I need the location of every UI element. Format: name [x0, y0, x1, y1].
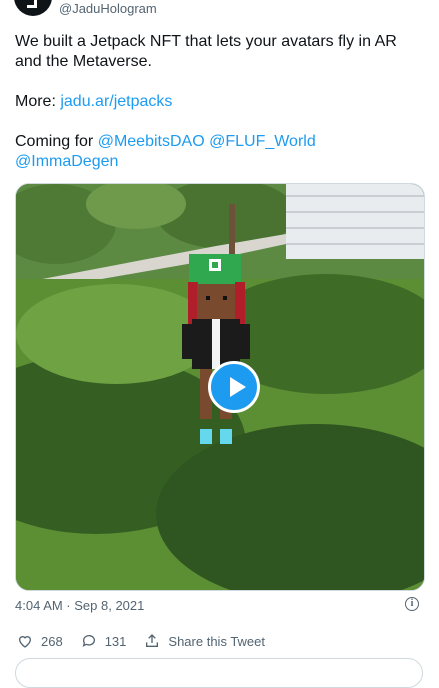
jetpacks-link[interactable]: jadu.ar/jetpacks — [60, 93, 172, 110]
play-icon — [230, 377, 246, 397]
heart-icon — [18, 636, 32, 648]
tweet-coming-line: Coming for @MeebitsDAO @FLUF_World @ImmaD… — [15, 132, 415, 172]
reply-button[interactable]: 131 — [81, 633, 127, 649]
info-icon[interactable]: i — [405, 597, 419, 611]
mention-meebitsdao[interactable]: @MeebitsDAO — [98, 133, 205, 150]
tweet-timestamp[interactable]: 4:04 AM · Sep 8, 2021 — [15, 598, 144, 613]
share-icon — [146, 634, 159, 647]
share-button[interactable]: Share this Tweet — [144, 633, 265, 649]
reply-icon — [82, 635, 95, 647]
share-label: Share this Tweet — [168, 633, 265, 649]
tweet-line-1: We built a Jetpack NFT that lets your av… — [15, 33, 397, 70]
read-more-button[interactable] — [15, 658, 423, 688]
tweet-more-line: More: jadu.ar/jetpacks — [15, 92, 415, 112]
like-button[interactable]: 268 — [17, 633, 63, 649]
author-handle[interactable]: @JaduHologram — [59, 1, 157, 16]
play-button[interactable] — [208, 361, 260, 413]
mention-fluf-world[interactable]: @FLUF_World — [209, 133, 316, 150]
coming-label: Coming for — [15, 133, 98, 150]
reply-count: 131 — [104, 633, 127, 649]
mention-immadegen[interactable]: @ImmaDegen — [15, 153, 118, 170]
like-count: 268 — [41, 633, 63, 649]
tweet-text: We built a Jetpack NFT that lets your av… — [15, 32, 415, 172]
more-label: More: — [15, 93, 61, 110]
jadu-logo-icon — [27, 0, 37, 8]
author-avatar[interactable] — [14, 0, 52, 16]
video-player[interactable] — [15, 183, 425, 591]
tweet-actions: 268 131 Share this Tweet — [17, 631, 283, 651]
